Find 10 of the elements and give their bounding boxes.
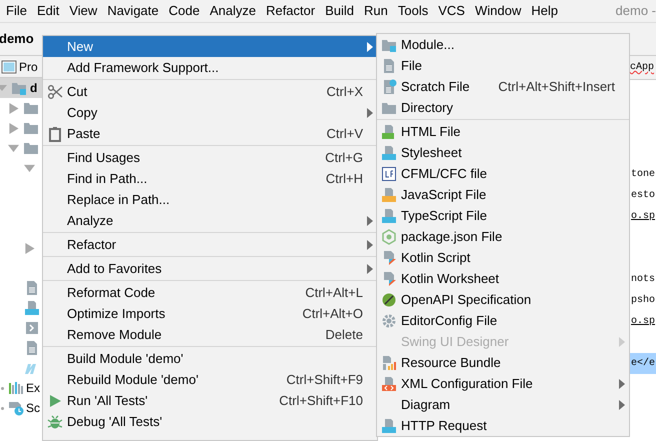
code-line: tone bbox=[630, 168, 656, 182]
code-line: psho bbox=[630, 294, 656, 308]
code-line: o.sp bbox=[630, 315, 656, 329]
tree-label: Ex bbox=[26, 380, 40, 397]
window-title: demo - bbox=[616, 2, 656, 20]
code-line: esto bbox=[630, 189, 656, 203]
code-line: nots bbox=[630, 273, 656, 287]
tree-label: Sc bbox=[26, 400, 40, 417]
code-line: o.sp bbox=[630, 210, 656, 224]
tree-label: d bbox=[30, 80, 38, 97]
